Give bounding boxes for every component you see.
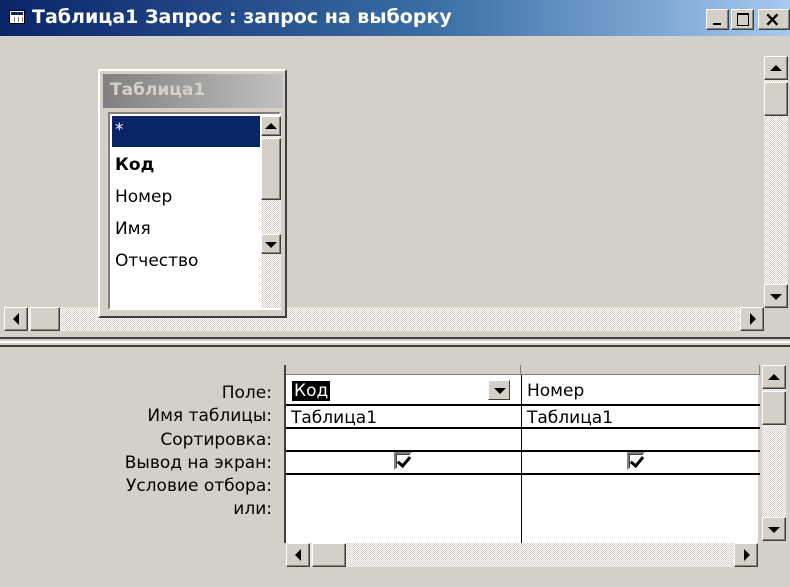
criteria-cell[interactable] [286, 477, 518, 499]
field-list-title[interactable]: Таблица1 [103, 74, 283, 108]
scroll-thumb[interactable] [764, 82, 788, 116]
scroll-right-button[interactable] [734, 543, 758, 567]
column-selector[interactable] [521, 365, 760, 375]
maximize-button[interactable] [731, 9, 754, 30]
arrow-down-icon [768, 527, 780, 533]
grid-vscroll[interactable] [762, 365, 786, 541]
query-design-grid[interactable]: Код Таблица1 Номер Таблица1 [284, 365, 760, 543]
row-label-criteria: Условие отбора: [125, 476, 272, 496]
table-pane-vscroll[interactable] [764, 56, 788, 308]
show-checkbox[interactable] [394, 452, 412, 470]
arrow-right-icon [744, 549, 750, 561]
query-grid-icon [9, 10, 25, 24]
column-selector[interactable] [286, 365, 521, 375]
arrow-up-icon [265, 123, 277, 129]
field-cell[interactable]: Номер [522, 378, 756, 402]
scroll-thumb[interactable] [312, 543, 346, 567]
arrow-down-icon [770, 294, 782, 300]
field-list-item[interactable]: Код [112, 151, 260, 182]
scroll-thumb[interactable] [30, 307, 60, 331]
table-pane: Таблица1 * Код Номер Имя Отчество [2, 36, 790, 336]
sort-cell[interactable] [522, 428, 756, 450]
field-cell[interactable]: Код [290, 377, 516, 401]
row-label-sort: Сортировка: [160, 430, 272, 450]
field-list-vscroll[interactable] [261, 116, 281, 308]
row-label-show: Вывод на экран: [124, 453, 272, 473]
arrow-left-icon [295, 549, 301, 561]
row-label-table: Имя таблицы: [147, 406, 272, 426]
show-checkbox[interactable] [627, 452, 645, 470]
arrow-down-icon [265, 242, 277, 248]
grid-line [286, 450, 760, 452]
arrow-up-icon [768, 374, 780, 380]
scroll-right-button[interactable] [740, 307, 764, 331]
scroll-left-button[interactable] [4, 307, 28, 331]
grid-line [286, 473, 760, 475]
grid-hscroll[interactable] [286, 543, 758, 567]
scroll-down-button[interactable] [261, 234, 281, 254]
chevron-down-icon [494, 388, 506, 394]
field-list-window[interactable]: Таблица1 * Код Номер Имя Отчество [98, 69, 287, 318]
table-cell[interactable]: Таблица1 [286, 405, 518, 427]
scroll-down-button[interactable] [764, 284, 788, 308]
title-bar[interactable]: Таблица1 Запрос : запрос на выборку [0, 0, 790, 36]
field-list-item[interactable]: Имя [112, 215, 260, 246]
pane-splitter[interactable] [0, 337, 790, 347]
field-list[interactable]: * Код Номер Имя Отчество [108, 112, 281, 310]
sort-cell[interactable] [286, 428, 518, 450]
scroll-up-button[interactable] [261, 116, 281, 136]
query-design-window: Таблица1 Запрос : запрос на выборку × Та… [0, 0, 790, 587]
scroll-thumb[interactable] [762, 391, 786, 425]
arrow-left-icon [13, 313, 19, 325]
row-label-or: или: [233, 499, 272, 519]
field-list-item[interactable]: * [112, 116, 260, 147]
close-button[interactable] [758, 7, 790, 31]
scroll-up-button[interactable] [764, 56, 788, 80]
field-list-item[interactable]: Отчество [112, 247, 260, 278]
window-title: Таблица1 Запрос : запрос на выборку [32, 6, 452, 28]
arrow-right-icon [750, 313, 756, 325]
criteria-cell[interactable] [522, 477, 756, 499]
scroll-down-button[interactable] [762, 517, 786, 541]
or-cell[interactable] [522, 499, 756, 521]
field-dropdown-button[interactable] [488, 380, 510, 400]
arrow-up-icon [770, 65, 782, 71]
minimize-button[interactable] [706, 9, 729, 30]
scroll-left-button[interactable] [286, 543, 310, 567]
field-list-item[interactable]: Номер [112, 183, 260, 214]
row-label-field: Поле: [221, 383, 272, 403]
scroll-thumb[interactable] [261, 138, 281, 200]
table-cell[interactable]: Таблица1 [522, 405, 756, 427]
scroll-up-button[interactable] [762, 365, 786, 389]
or-cell[interactable] [286, 499, 518, 521]
field-value[interactable]: Код [292, 381, 331, 401]
